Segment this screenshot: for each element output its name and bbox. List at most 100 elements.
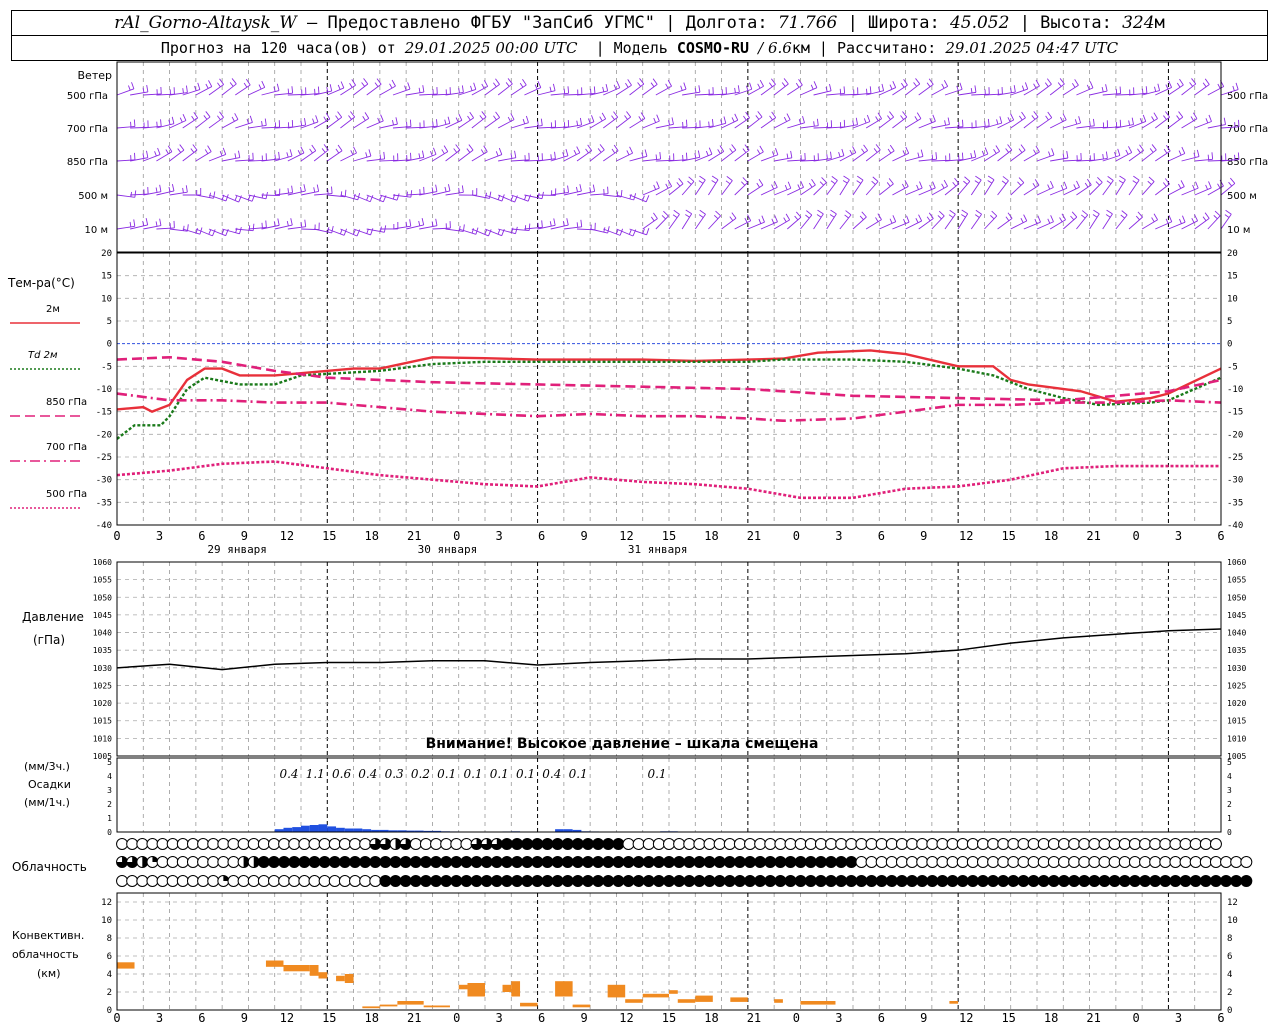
cloud-icon-clear — [308, 875, 321, 887]
wind-barb-flag — [729, 148, 734, 153]
wind-barb — [235, 84, 251, 96]
cloud-icon-overcast — [1169, 875, 1182, 887]
wind-barb-flag — [871, 180, 876, 185]
cloud-icon-overcast — [581, 838, 594, 850]
wind-barb-flag — [205, 111, 211, 118]
cloud-icon-clear — [156, 838, 169, 850]
x-tick-label: 12 — [619, 1011, 633, 1024]
wind-barb — [944, 214, 956, 230]
wind-barb-flag — [947, 117, 950, 125]
wind-barb-flag — [861, 211, 867, 218]
cloud-icon-overcast — [328, 856, 341, 868]
wind-barb-flag — [984, 147, 989, 155]
wind-barb — [1023, 85, 1040, 96]
wind-barb-flag — [783, 116, 787, 122]
wind-barb-flag — [1005, 148, 1010, 153]
wind-barb-flag — [1105, 151, 1108, 159]
cloud-icon-overcast — [278, 856, 291, 868]
wind-barb-flag — [731, 144, 737, 151]
wind-barb — [524, 194, 543, 200]
wind-barb-flag — [1204, 78, 1210, 85]
wind-level-label-right: 10 м — [1227, 225, 1250, 236]
conv-tick-left: 4 — [107, 970, 112, 980]
wind-barb-flag — [1017, 181, 1022, 186]
precip-bar — [292, 827, 301, 832]
wind-barb-flag — [455, 144, 461, 151]
wind-barb-flag — [522, 78, 527, 86]
wind-barb-flag — [481, 83, 485, 89]
x-tick-label: 0 — [453, 1011, 460, 1024]
temp-legend-label: 700 гПа — [46, 442, 87, 453]
cloud-icon-overcast — [500, 838, 513, 850]
wind-barb — [208, 117, 224, 129]
cloud-icon-clear — [176, 838, 189, 850]
wind-barb-flag — [900, 82, 905, 88]
wind-barb-flag — [790, 150, 793, 158]
temp-tick-right: 5 — [1227, 317, 1232, 327]
wind-barb-flag — [938, 210, 945, 217]
wind-barb-flag — [1007, 117, 1011, 122]
wind-barb-flag — [376, 78, 382, 85]
wind-barb — [747, 221, 765, 230]
wind-barb-flag — [1168, 80, 1173, 88]
temp-tick-right: -30 — [1227, 476, 1243, 486]
x-tick-label: 0 — [1132, 529, 1139, 543]
wind-barb-flag — [383, 151, 386, 159]
wind-barb-flag — [177, 148, 182, 153]
wind-barb-flag — [208, 80, 213, 87]
cloud-icon-overcast — [288, 856, 301, 868]
wind-barb-flag — [410, 190, 413, 198]
cloud-icon-clear — [308, 838, 321, 850]
precip-label: 0.2 — [411, 767, 430, 781]
wind-barb-flag — [995, 145, 1001, 152]
wind-level-label-left: 700 гПа — [67, 124, 108, 135]
wind-barb — [852, 179, 864, 196]
cloud-icon-overcast — [1118, 875, 1131, 887]
wind-barb — [970, 179, 982, 196]
cloud-icon-clear — [1149, 856, 1162, 868]
cloud-icon-clear — [754, 838, 767, 850]
wind-barb-flag — [943, 179, 948, 187]
conv-bar — [520, 1002, 538, 1007]
cloud-icon-overcast — [571, 875, 584, 887]
wind-barb — [905, 83, 921, 96]
wind-barb-flag — [1179, 218, 1182, 224]
cloud-icon-clear — [855, 838, 868, 850]
wind-barb-flag — [441, 149, 445, 154]
cloud-icon-clear — [288, 838, 301, 850]
wind-barb-flag — [987, 175, 995, 181]
wind-barb-flag — [1093, 118, 1095, 126]
conv-bar — [555, 981, 573, 997]
cloud-icon-clear — [278, 875, 291, 887]
wind-barb-flag — [435, 218, 438, 226]
conv-bar — [283, 965, 310, 972]
cloud-icon-overcast — [1037, 875, 1050, 887]
wind-barb — [681, 213, 693, 230]
wind-barb-flag — [363, 78, 369, 85]
cloud-icon-overcast — [521, 875, 534, 887]
wind-barb-flag — [625, 82, 629, 88]
cloud-icon-overcast — [399, 875, 412, 887]
cloud-icon-clear — [166, 838, 179, 850]
wind-barb-flag — [813, 121, 815, 127]
wind-barb-flag — [711, 119, 714, 127]
cloud-icon-overcast — [683, 856, 696, 868]
wind-barb — [1023, 116, 1039, 129]
wind-barb — [668, 88, 687, 96]
cloud-icon-overcast — [1189, 875, 1202, 887]
cloud-icon-overcast — [450, 875, 463, 887]
wind-barb-flag — [321, 148, 326, 153]
wind-barb-flag — [190, 148, 195, 153]
wind-barb-flag — [773, 180, 778, 188]
wind-barb-flag — [1176, 82, 1181, 88]
cloud-icon-clear — [430, 838, 443, 850]
wind-barb-flag — [274, 154, 276, 160]
wind-barb — [642, 120, 660, 129]
x-tick-label: 15 — [662, 1011, 676, 1024]
wind-barb-flag — [987, 118, 990, 126]
wind-barb-flag — [668, 120, 670, 126]
cloud-icon-clear — [926, 838, 939, 850]
x-tick-label: 0 — [453, 529, 460, 543]
wind-barb-flag — [179, 117, 183, 123]
cloud-icon-clear — [197, 875, 210, 887]
